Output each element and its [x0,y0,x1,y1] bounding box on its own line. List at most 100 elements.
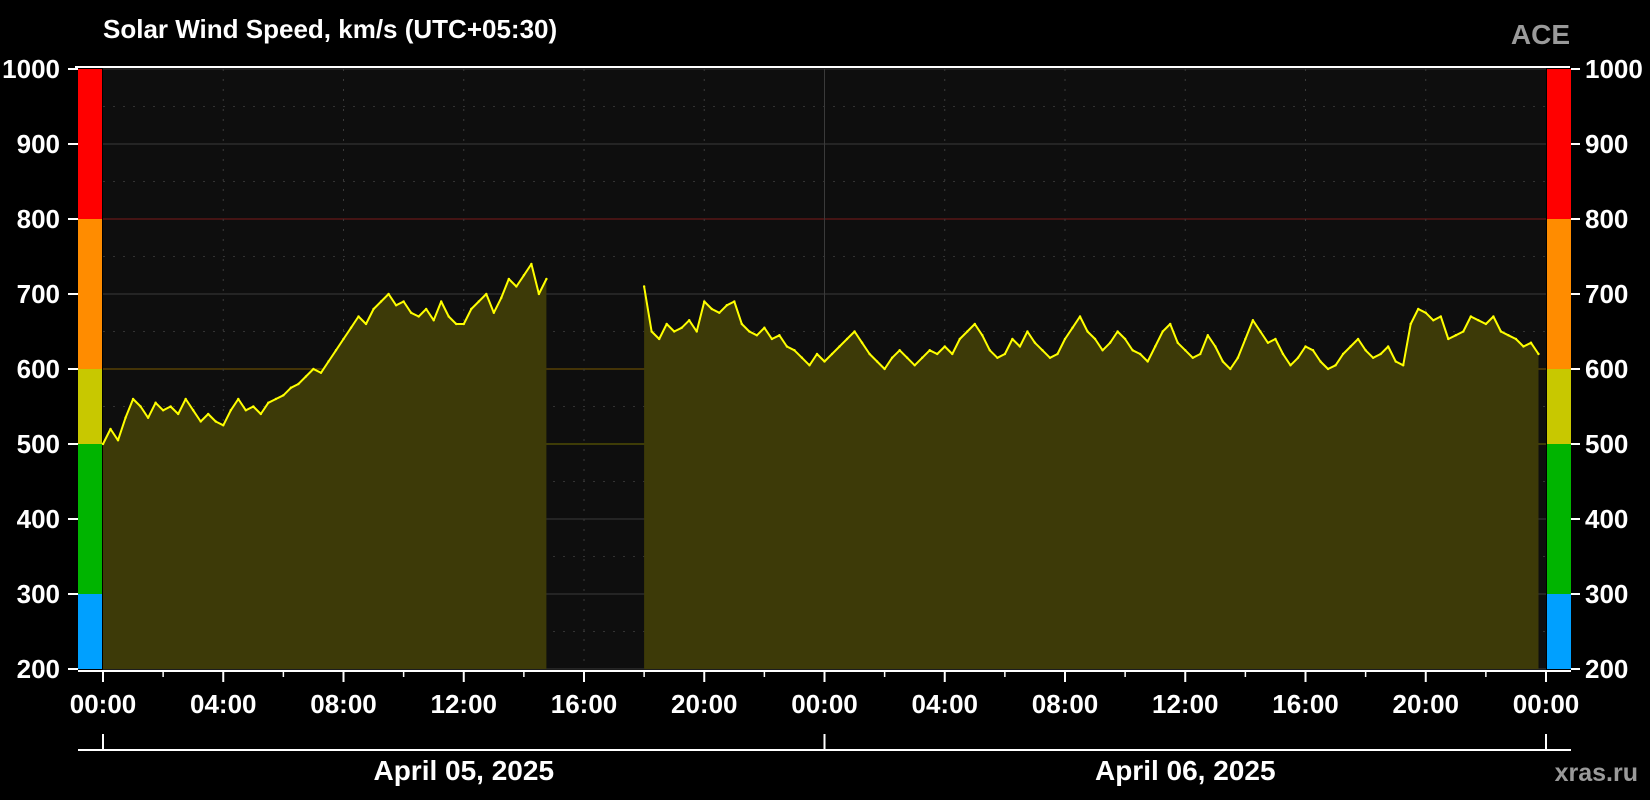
speed-band-left [78,219,102,369]
data-point [710,307,713,311]
data-point [718,311,721,314]
data-point [1274,337,1277,341]
solar-wind-chart: Solar Wind Speed, km/s (UTC+05:30) ACE x… [0,0,1650,800]
data-point [267,401,270,404]
data-point [379,300,383,303]
data-point [1492,315,1495,318]
data-point [154,401,157,404]
data-point [672,330,676,333]
data-point [462,322,465,326]
data-point [229,409,232,412]
data-point [1529,341,1533,344]
data-point [1341,352,1345,356]
data-point [913,364,916,367]
data-point [725,304,728,307]
data-point [1011,337,1014,341]
chart-title: Solar Wind Speed, km/s (UTC+05:30) [103,14,557,44]
y-tick-label-left: 500 [17,429,60,459]
data-point [1319,360,1322,363]
data-point [838,345,841,348]
data-point [207,412,210,416]
data-point [199,420,202,423]
x-tick-label: 08:00 [310,689,377,719]
data-point [364,322,368,326]
data-point [394,304,398,307]
x-tick-label: 12:00 [1152,689,1219,719]
data-point [146,416,150,419]
data-point [1537,352,1540,356]
x-tick-label: 20:00 [1393,689,1460,719]
data-point [1334,364,1337,367]
x-tick-label: 12:00 [431,689,498,719]
x-tick-label: 04:00 [912,689,979,719]
y-tick-label-right: 700 [1585,279,1628,309]
data-point [214,420,217,423]
data-point [733,300,736,303]
data-point [161,409,165,412]
data-point [1169,322,1172,326]
data-point [1003,352,1007,356]
data-point [1326,367,1330,371]
data-point [252,405,255,408]
data-point [1432,319,1435,322]
data-point [778,334,781,337]
data-point [1259,330,1262,333]
data-point [650,330,653,333]
data-point [823,360,826,363]
source-label: ACE [1511,19,1570,50]
data-point [477,300,480,303]
data-point [455,322,458,326]
data-point [1184,349,1187,352]
data-point [1071,326,1074,329]
data-point [815,352,819,356]
data-point [1409,322,1412,326]
data-point [688,319,691,322]
speed-band-right [1547,594,1571,669]
data-point [1356,337,1360,341]
data-point [289,386,293,389]
data-point [259,412,263,416]
data-point [237,397,240,401]
data-point [470,307,473,311]
y-tick-label-left: 600 [17,354,60,384]
data-point [1041,349,1044,352]
x-tick-label: 00:00 [791,689,858,719]
data-point [1251,319,1255,322]
y-tick-label-left: 700 [17,279,60,309]
data-point [372,307,375,311]
data-point [440,300,443,303]
data-point [695,330,698,333]
data-point [1063,337,1067,341]
y-tick-label-right: 1000 [1585,54,1643,84]
data-point [304,375,308,378]
y-tick-label-left: 800 [17,204,60,234]
data-point [748,330,751,333]
data-point [507,277,511,281]
y-tick-label-left: 200 [17,654,60,684]
speed-band-right [1547,369,1571,444]
data-point [883,367,886,371]
data-point [860,341,864,344]
data-point [1138,352,1142,356]
data-point [1447,337,1450,341]
data-point [890,356,894,359]
x-tick-label: 08:00 [1032,689,1099,719]
data-point [131,397,135,401]
data-point [545,277,548,281]
data-point [921,356,924,359]
y-tick-label-right: 800 [1585,204,1628,234]
data-point [642,285,646,288]
data-point [169,405,172,408]
data-point [222,424,225,427]
data-point [1123,337,1127,341]
data-point [139,405,142,408]
data-point [996,356,999,359]
data-point [951,352,954,356]
watermark: xras.ru [1555,759,1638,787]
data-point [1161,330,1164,333]
data-point [1477,319,1480,322]
data-point [176,412,180,416]
data-point [785,345,789,348]
data-point [1386,345,1390,348]
data-point [1379,352,1382,356]
